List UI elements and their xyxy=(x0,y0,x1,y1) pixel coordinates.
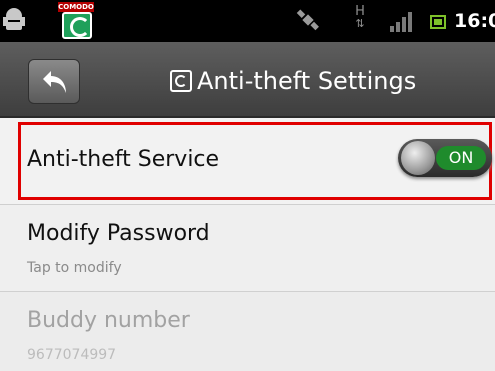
back-button[interactable] xyxy=(28,59,80,104)
status-bar: COMODO H ⇅ 16:04 xyxy=(0,0,495,42)
modify-password-label: Modify Password xyxy=(27,221,210,246)
anti-theft-service-label: Anti-theft Service xyxy=(27,147,220,172)
android-icon xyxy=(3,8,25,34)
signal-icon xyxy=(390,12,414,32)
hspa-icon: H ⇅ xyxy=(353,5,367,30)
title-bar: Anti-theft Settings xyxy=(0,42,495,118)
modify-password-row[interactable]: Modify Password Tap to modify xyxy=(0,205,495,291)
toggle-knob xyxy=(401,141,435,175)
title-area: Anti-theft Settings xyxy=(170,64,416,98)
page-title: Anti-theft Settings xyxy=(197,67,417,95)
buddy-number-label: Buddy number xyxy=(27,308,190,333)
modify-password-summary: Tap to modify xyxy=(27,260,122,276)
comodo-logo-icon xyxy=(170,70,192,92)
buddy-number-row[interactable]: Buddy number 9677074997 xyxy=(0,292,495,371)
battery-icon xyxy=(430,15,446,29)
clock: 16:04 xyxy=(454,10,495,32)
anti-theft-toggle[interactable]: ON xyxy=(398,139,492,177)
app-badge: COMODO xyxy=(58,2,94,12)
comodo-app-icon: COMODO xyxy=(58,2,94,39)
back-arrow-icon xyxy=(43,71,66,93)
satellite-icon xyxy=(296,8,322,36)
toggle-on-label: ON xyxy=(436,146,486,170)
buddy-number-value: 9677074997 xyxy=(27,347,117,363)
anti-theft-service-row[interactable]: Anti-theft Service ON xyxy=(0,118,495,204)
